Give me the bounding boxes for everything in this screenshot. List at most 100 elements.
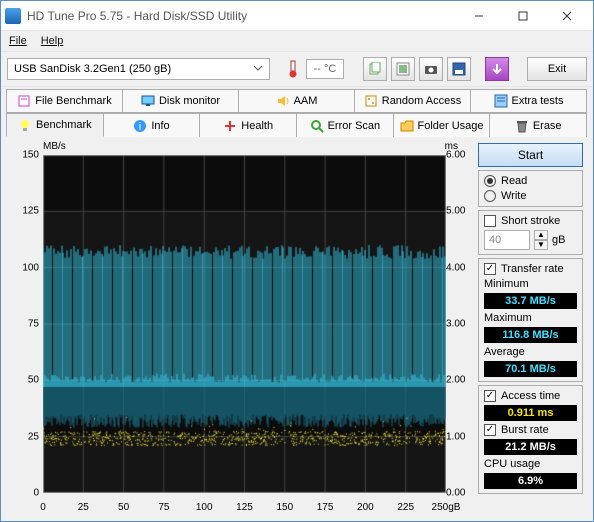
read-radio[interactable]: Read (484, 175, 577, 187)
x-tick: 50 (118, 502, 129, 513)
tabs-row-1: File BenchmarkDisk monitorAAMRandom Acce… (1, 87, 593, 113)
toolbar: USB SanDisk 3.2Gen1 (250 gB) -- °C Exit (1, 51, 593, 87)
options-button[interactable] (485, 57, 509, 81)
save-button[interactable] (447, 57, 471, 81)
burst-rate-checkbox[interactable]: Burst rate (484, 424, 577, 436)
x-tick: 225 (397, 502, 414, 513)
dice-icon (364, 94, 378, 108)
spinner-buttons[interactable]: ▲▼ (534, 230, 548, 250)
tab-health[interactable]: Health (199, 113, 297, 137)
transfer-rate-group: Transfer rate Minimum 33.7 MB/s Maximum … (478, 258, 583, 382)
y-right-tick: 4.00 (446, 262, 472, 273)
thermometer-icon (284, 59, 302, 79)
y-left-tick: 150 (11, 150, 39, 161)
short-stroke-value[interactable]: 40 (484, 230, 530, 250)
drive-select[interactable]: USB SanDisk 3.2Gen1 (250 gB) (7, 58, 270, 80)
tab-aam[interactable]: AAM (238, 89, 355, 113)
tabs-row-2: BenchmarkiInfoHealthError ScanFolder Usa… (1, 111, 593, 137)
y-left-tick: 125 (11, 206, 39, 217)
svg-text:i: i (139, 121, 141, 133)
tab-folder-usage[interactable]: Folder Usage (393, 113, 491, 137)
y-right-tick: 3.00 (446, 319, 472, 330)
access-time-group: Access time 0.911 ms Burst rate 21.2 MB/… (478, 385, 583, 494)
chart-canvas (43, 155, 446, 493)
folder-icon (400, 119, 414, 133)
exit-button[interactable]: Exit (527, 57, 587, 81)
maximize-button[interactable] (501, 2, 545, 30)
x-tick: 150 (276, 502, 293, 513)
access-time-value: 0.911 ms (484, 405, 577, 421)
tab-info[interactable]: iInfo (103, 113, 201, 137)
cpu-label: CPU usage (484, 458, 577, 470)
y-left-tick: 25 (11, 431, 39, 442)
monitor-icon (141, 94, 155, 108)
avg-value: 70.1 MB/s (484, 361, 577, 377)
app-icon (5, 8, 21, 24)
tab-random-access[interactable]: Random Access (354, 89, 471, 113)
trash-icon (515, 119, 529, 133)
access-time-checkbox[interactable]: Access time (484, 390, 577, 402)
avg-label: Average (484, 346, 577, 358)
x-tick: 100 (196, 502, 213, 513)
y-right-tick: 0.00 (446, 488, 472, 499)
short-stroke-checkbox[interactable]: Short stroke (484, 215, 577, 227)
burst-rate-value: 21.2 MB/s (484, 439, 577, 455)
app-window: HD Tune Pro 5.75 - Hard Disk/SSD Utility… (0, 0, 594, 522)
scan-icon (310, 119, 324, 133)
write-radio[interactable]: Write (484, 190, 577, 202)
screenshot-button[interactable] (419, 57, 443, 81)
close-button[interactable] (545, 2, 589, 30)
menu-help[interactable]: Help (41, 35, 64, 47)
menu-bar: File Help (1, 31, 593, 51)
x-tick: 125 (236, 502, 253, 513)
minimize-button[interactable] (457, 2, 501, 30)
transfer-rate-checkbox[interactable]: Transfer rate (484, 263, 577, 275)
x-tick: 75 (158, 502, 169, 513)
x-tick: 175 (317, 502, 334, 513)
copy-info-button[interactable] (363, 57, 387, 81)
tab-erase[interactable]: Erase (489, 113, 587, 137)
info-icon: i (133, 119, 147, 133)
short-stroke-unit: gB (552, 234, 565, 246)
min-label: Minimum (484, 278, 577, 290)
bulb-icon (18, 118, 32, 132)
copy-screenshot-button[interactable] (391, 57, 415, 81)
x-tick: 250gB (432, 502, 461, 513)
speaker-icon (276, 94, 290, 108)
max-value: 116.8 MB/s (484, 327, 577, 343)
tab-error-scan[interactable]: Error Scan (296, 113, 394, 137)
temperature-display: -- °C (306, 59, 344, 79)
benchmark-chart: MB/s ms 02550751001251500.001.002.003.00… (11, 143, 472, 513)
file-bench-icon (17, 94, 31, 108)
mode-group: Read Write (478, 170, 583, 207)
title-bar: HD Tune Pro 5.75 - Hard Disk/SSD Utility (1, 1, 593, 31)
min-value: 33.7 MB/s (484, 293, 577, 309)
short-stroke-group: Short stroke 40 ▲▼ gB (478, 210, 583, 255)
menu-file[interactable]: File (9, 35, 27, 47)
y-right-tick: 6.00 (446, 150, 472, 161)
chevron-down-icon (253, 63, 263, 76)
wrench-icon (494, 94, 508, 108)
tab-extra-tests[interactable]: Extra tests (470, 89, 587, 113)
start-button[interactable]: Start (478, 143, 583, 167)
y-left-tick: 100 (11, 262, 39, 273)
cpu-value: 6.9% (484, 473, 577, 489)
x-tick: 200 (357, 502, 374, 513)
max-label: Maximum (484, 312, 577, 324)
y-left-tick: 75 (11, 319, 39, 330)
y-right-tick: 1.00 (446, 431, 472, 442)
y-left-tick: 0 (11, 488, 39, 499)
drive-select-value: USB SanDisk 3.2Gen1 (250 gB) (14, 63, 171, 75)
content-area: MB/s ms 02550751001251500.001.002.003.00… (1, 137, 593, 521)
tab-benchmark[interactable]: Benchmark (6, 113, 104, 137)
side-panel: Start Read Write Short stroke 40 ▲▼ gB T… (478, 143, 583, 513)
x-tick: 0 (40, 502, 46, 513)
window-title: HD Tune Pro 5.75 - Hard Disk/SSD Utility (27, 9, 457, 23)
x-tick: 25 (78, 502, 89, 513)
y-right-tick: 5.00 (446, 206, 472, 217)
health-icon (223, 119, 237, 133)
tab-disk-monitor[interactable]: Disk monitor (122, 89, 239, 113)
tab-file-benchmark[interactable]: File Benchmark (6, 89, 123, 113)
y-left-tick: 50 (11, 375, 39, 386)
short-stroke-spinner: 40 ▲▼ gB (484, 230, 577, 250)
